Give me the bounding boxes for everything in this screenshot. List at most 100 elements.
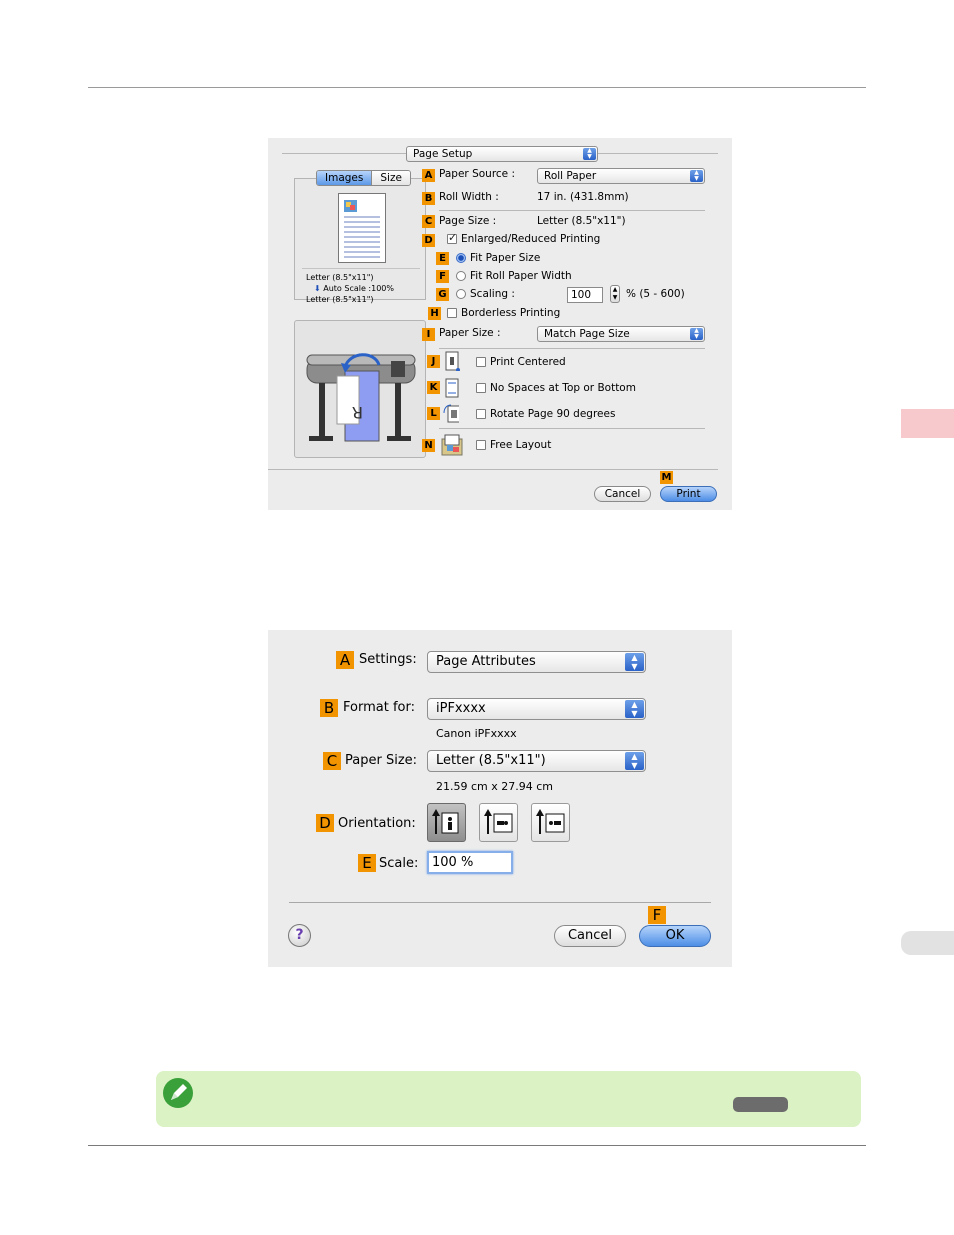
scaling-stepper-icon[interactable]: ▲ ▼ <box>610 285 620 303</box>
print-centered-label: Print Centered <box>490 356 566 368</box>
page-size-value: Letter (8.5"x11") <box>537 215 626 227</box>
orientation-portrait-button[interactable] <box>427 803 466 842</box>
reverse-landscape-orientation-icon <box>536 809 565 834</box>
popup-arrows-icon: ▲ ▼ <box>625 700 644 718</box>
badge-b: B <box>320 699 338 717</box>
page-setup-dialog: A Settings: Page Attributes ▲ ▼ B Format … <box>268 630 732 967</box>
format-for-subtext: Canon iPFxxxx <box>436 727 517 740</box>
badge-n: N <box>422 439 435 452</box>
badge-c: C <box>422 215 435 228</box>
badge-a: A <box>422 169 435 182</box>
tab-images[interactable]: Images <box>317 171 372 185</box>
badge-e: E <box>436 252 449 265</box>
chapter-side-tab <box>901 409 954 438</box>
landscape-orientation-icon <box>484 809 513 834</box>
scaling-input[interactable]: 100 <box>567 287 603 303</box>
print-centered-checkbox[interactable] <box>476 357 486 367</box>
popup-arrows-icon: ▲ ▼ <box>625 752 644 770</box>
header-rule <box>88 87 866 88</box>
orientation-landscape-button[interactable] <box>479 803 518 842</box>
preview-info: Letter (8.5"x11") ⬇ Auto Scale :100% Let… <box>306 273 394 304</box>
section-side-tab <box>901 931 954 955</box>
badge-c: C <box>323 752 341 770</box>
popup-arrows-icon: ▲ ▼ <box>690 170 703 182</box>
popup-arrows-icon: ▲ ▼ <box>583 148 596 160</box>
print-button[interactable]: Print <box>660 486 717 502</box>
page-preview <box>338 193 386 263</box>
paper-size-popup[interactable]: Match Page Size ▲ ▼ <box>537 326 705 342</box>
printer-icon: R <box>306 353 416 442</box>
badge-m: M <box>660 471 673 484</box>
badge-a: A <box>336 651 354 669</box>
no-spaces-checkbox[interactable] <box>476 383 486 393</box>
badge-f: F <box>436 270 449 283</box>
badge-k: K <box>427 381 440 394</box>
roll-width-value: 17 in. (431.8mm) <box>537 191 629 203</box>
page-thumbnail-icon <box>344 200 380 258</box>
svg-text:R: R <box>352 403 363 422</box>
paper-size-popup[interactable]: Letter (8.5"x11") ▲ ▼ <box>427 750 646 772</box>
no-spaces-icon <box>445 378 459 398</box>
settings-label: Settings: <box>359 652 417 667</box>
printer-driver-dialog: Page Setup ▲ ▼ Images Size Letter (8.5"x1… <box>268 138 732 510</box>
cancel-button[interactable]: Cancel <box>554 925 626 947</box>
format-for-label: Format for: <box>343 700 415 715</box>
rotate-page-checkbox[interactable] <box>476 409 486 419</box>
paper-size-subtext: 21.59 cm x 27.94 cm <box>436 780 554 793</box>
enlarged-reduced-label: Enlarged/Reduced Printing <box>461 233 601 245</box>
fit-paper-size-label: Fit Paper Size <box>470 252 541 264</box>
ok-button[interactable]: OK <box>639 925 711 947</box>
orientation-label: Orientation: <box>338 816 416 831</box>
popup-arrows-icon: ▲ ▼ <box>690 328 703 340</box>
format-for-popup[interactable]: iPFxxxx ▲ ▼ <box>427 698 646 720</box>
arrow-down-icon: ⬇ <box>314 284 324 293</box>
badge-d: D <box>316 814 334 832</box>
portrait-orientation-icon <box>432 809 459 834</box>
popup-arrows-icon: ▲ ▼ <box>625 653 644 671</box>
scale-input[interactable]: 100 % <box>427 851 513 874</box>
badge-e: E <box>358 854 376 872</box>
printer-illustration-panel: R <box>294 320 426 458</box>
help-icon[interactable]: ? <box>288 924 311 947</box>
no-spaces-label: No Spaces at Top or Bottom <box>490 382 636 394</box>
preview-tabs: Images Size <box>316 170 411 186</box>
page-setup-popup[interactable]: Page Setup ▲ ▼ <box>406 146 598 162</box>
page-size-label: Page Size : <box>439 215 497 227</box>
badge-h: H <box>428 307 441 320</box>
scaling-range: % (5 - 600) <box>626 288 685 300</box>
note-pencil-icon <box>163 1078 193 1108</box>
free-layout-label: Free Layout <box>490 439 552 451</box>
fit-roll-paper-width-radio[interactable] <box>456 271 466 281</box>
orientation-reverse-landscape-button[interactable] <box>531 803 570 842</box>
scaling-radio[interactable] <box>456 289 466 299</box>
badge-b: B <box>422 192 435 205</box>
paper-size-label: Paper Size: <box>345 753 418 768</box>
cancel-button[interactable]: Cancel <box>594 486 651 502</box>
footer-rule <box>88 1145 866 1146</box>
fit-paper-size-radio[interactable] <box>456 253 466 263</box>
rotate-page-label: Rotate Page 90 degrees <box>490 408 616 420</box>
borderless-printing-checkbox[interactable] <box>447 308 457 318</box>
settings-popup[interactable]: Page Attributes ▲ ▼ <box>427 651 646 673</box>
enlarged-reduced-checkbox[interactable] <box>447 231 457 244</box>
print-centered-icon <box>445 351 460 371</box>
scale-label: Scale: <box>379 856 419 871</box>
roll-width-label: Roll Width : <box>439 191 499 203</box>
free-layout-icon <box>441 434 463 456</box>
paper-source-label: Paper Source : <box>439 168 516 180</box>
badge-g: G <box>436 288 449 301</box>
badge-f: F <box>648 906 666 924</box>
badge-d: D <box>422 234 435 247</box>
paper-source-popup[interactable]: Roll Paper ▲ ▼ <box>537 168 705 184</box>
free-layout-checkbox[interactable] <box>476 440 486 450</box>
tab-size[interactable]: Size <box>371 171 410 185</box>
borderless-printing-label: Borderless Printing <box>461 307 561 319</box>
paper-size-label: Paper Size : <box>439 327 501 339</box>
reference-link-pill[interactable] <box>733 1097 788 1112</box>
rotate-page-icon <box>443 404 459 423</box>
badge-j: J <box>427 355 440 368</box>
badge-l: L <box>427 407 440 420</box>
fit-roll-paper-width-label: Fit Roll Paper Width <box>470 270 572 282</box>
badge-i: I <box>422 328 435 341</box>
scaling-label: Scaling : <box>470 288 515 300</box>
